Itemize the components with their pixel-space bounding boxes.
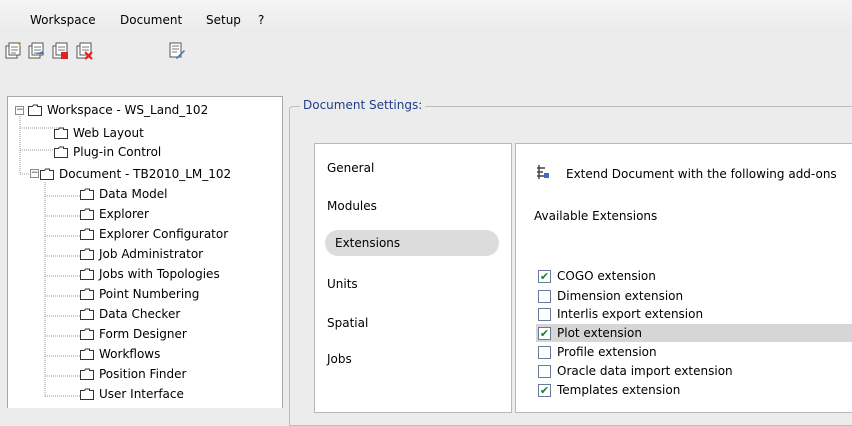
settings-tab-list: General Modules Extensions Units Spatial…: [314, 143, 512, 413]
tree-item-label: Web Layout: [73, 126, 144, 140]
tree-item-label: Plug-in Control: [73, 145, 162, 159]
available-extensions-label: Available Extensions: [534, 209, 658, 223]
open-document-icon[interactable]: [28, 42, 46, 60]
toolbar: [0, 34, 852, 90]
tab-general[interactable]: General: [327, 161, 374, 175]
menu-help[interactable]: ?: [258, 13, 264, 27]
tab-extensions[interactable]: Extensions: [325, 230, 499, 256]
folder-icon: [28, 104, 47, 116]
extension-item[interactable]: Profile extension: [538, 343, 852, 361]
tab-units[interactable]: Units: [327, 277, 358, 291]
expand-document-toggle[interactable]: −: [30, 169, 39, 178]
tree-item[interactable]: Job Administrator: [80, 245, 203, 263]
tree-item-label: Explorer: [99, 207, 149, 221]
tree-item-label: Position Finder: [99, 367, 187, 381]
extension-checkbox[interactable]: [538, 307, 551, 321]
folder-icon: [80, 308, 99, 320]
folder-icon: [80, 388, 99, 400]
extension-label: Interlis export extension: [557, 307, 704, 321]
tree-item-label: Job Administrator: [99, 247, 204, 261]
properties-icon[interactable]: [168, 42, 186, 60]
menu-workspace[interactable]: Workspace: [30, 13, 96, 27]
folder-icon: [80, 368, 99, 380]
folder-icon: [80, 248, 99, 260]
tree-item[interactable]: Point Numbering: [80, 285, 199, 303]
extension-item[interactable]: Interlis export extension: [538, 305, 852, 323]
tree-item[interactable]: Position Finder: [80, 365, 186, 383]
tree-item[interactable]: Document - TB2010_LM_102: [40, 165, 231, 183]
document-settings-title: Document Settings:: [300, 98, 426, 112]
extension-label: COGO extension: [557, 269, 656, 283]
extension-item[interactable]: ✔ COGO extension: [538, 267, 852, 285]
extension-label: Profile extension: [557, 345, 657, 359]
tab-jobs[interactable]: Jobs: [327, 352, 352, 366]
extension-item[interactable]: ✔ Plot extension: [536, 324, 852, 342]
tree-item-label: Workflows: [99, 347, 161, 361]
folder-icon: [40, 168, 59, 180]
tree-item[interactable]: Jobs with Topologies: [80, 265, 220, 283]
extensions-header: Extend Document with the following add-o…: [566, 167, 837, 181]
tree-item[interactable]: Web Layout: [54, 124, 144, 142]
workspace-tree: − − Workspace - WS_Land_102 Web Layout Plu…: [7, 96, 283, 408]
tree-item[interactable]: Form Designer: [80, 325, 187, 343]
extensions-panel: Extend Document with the following add-o…: [515, 143, 852, 413]
menu-setup[interactable]: Setup: [206, 13, 241, 27]
tree-item[interactable]: Explorer: [80, 205, 149, 223]
folder-icon: [80, 268, 99, 280]
new-document-icon[interactable]: [5, 42, 23, 60]
menu-document[interactable]: Document: [120, 13, 182, 27]
folder-icon: [80, 328, 99, 340]
tree-item-label: Form Designer: [99, 327, 187, 341]
folder-icon: [80, 288, 99, 300]
extension-label: Plot extension: [557, 326, 642, 340]
menu-bar: Workspace Document Setup ?: [0, 0, 852, 34]
tree-item-label: Explorer Configurator: [99, 227, 229, 241]
folder-icon: [80, 188, 99, 200]
tab-extensions-label: Extensions: [335, 236, 401, 250]
folder-icon: [54, 146, 73, 158]
folder-icon: [54, 127, 73, 139]
tree-item-label: Data Model: [99, 187, 168, 201]
extension-checkbox[interactable]: [538, 289, 551, 303]
delete-document-icon[interactable]: [76, 42, 94, 60]
folder-icon: [80, 208, 99, 220]
extension-checkbox[interactable]: [538, 364, 551, 378]
extension-checkbox[interactable]: [538, 345, 551, 359]
folder-icon: [80, 348, 99, 360]
extension-label: Oracle data import extension: [557, 364, 733, 378]
close-document-icon[interactable]: [52, 42, 70, 60]
extension-item[interactable]: Dimension extension: [538, 287, 852, 305]
tree-item[interactable]: Workspace - WS_Land_102: [28, 101, 208, 119]
extension-label: Dimension extension: [557, 289, 684, 303]
tree-item[interactable]: User Interface: [80, 385, 184, 403]
tree-item[interactable]: Workflows: [80, 345, 160, 363]
tab-spatial[interactable]: Spatial: [327, 316, 368, 330]
expand-workspace-toggle[interactable]: −: [15, 106, 24, 115]
tree-item-label: Workspace - WS_Land_102: [47, 103, 209, 117]
extension-checkbox[interactable]: ✔: [538, 269, 551, 283]
extension-checkbox[interactable]: ✔: [538, 326, 551, 340]
extension-label: Templates extension: [557, 383, 681, 397]
folder-icon: [80, 228, 99, 240]
tree-item[interactable]: Plug-in Control: [54, 143, 161, 161]
tree-item-label: Jobs with Topologies: [99, 267, 220, 281]
tree-item[interactable]: Data Checker: [80, 305, 180, 323]
tree-item-label: Data Checker: [99, 307, 181, 321]
tree-item-label: Point Numbering: [99, 287, 200, 301]
tree-item[interactable]: Data Model: [80, 185, 168, 203]
extension-item[interactable]: Oracle data import extension: [538, 362, 852, 380]
tree-item-label: User Interface: [99, 387, 184, 401]
extension-item[interactable]: ✔ Templates extension: [538, 381, 852, 399]
extension-checkbox[interactable]: ✔: [538, 383, 551, 397]
tree-item-label: Document - TB2010_LM_102: [59, 167, 232, 181]
tab-modules[interactable]: Modules: [327, 199, 377, 213]
tree-item[interactable]: Explorer Configurator: [80, 225, 228, 243]
addon-icon: [535, 164, 551, 180]
